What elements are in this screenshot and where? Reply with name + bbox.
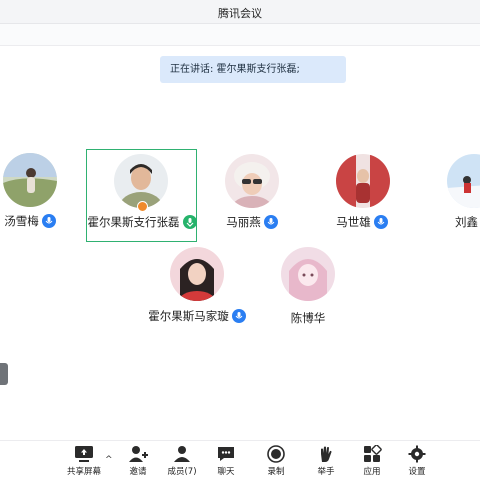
- participant-name: 霍尔果斯马家璇: [148, 309, 229, 323]
- avatar: [447, 154, 480, 208]
- participant-label: 陈博华: [238, 310, 378, 326]
- info-bar: [0, 24, 480, 46]
- record-icon: [267, 445, 285, 463]
- record-label: 录制: [267, 467, 285, 477]
- chat-label: 聊天: [217, 467, 235, 477]
- hand-icon: [321, 446, 332, 462]
- avatar-image-snow: [447, 154, 480, 208]
- avatar-image-portrait: [170, 247, 224, 301]
- avatar: [114, 154, 168, 208]
- share-screen-button[interactable]: 共享屏幕: [62, 445, 106, 477]
- share-screen-label: 共享屏幕: [66, 467, 101, 477]
- chat-button[interactable]: 聊天: [204, 445, 248, 477]
- avatar: [336, 154, 390, 208]
- apps-button[interactable]: 应用: [350, 445, 394, 477]
- participant-name: 霍尔果斯支行张磊: [87, 215, 180, 229]
- invite-button[interactable]: 邀请: [116, 445, 160, 477]
- members-label: 成员(7): [167, 467, 197, 477]
- avatar-image-photo: [336, 154, 390, 208]
- apps-label: 应用: [363, 467, 381, 477]
- mic-icon[interactable]: [41, 214, 56, 228]
- meeting-toolbar: 共享屏幕 ^ 邀请 成员(7) 聊天 录制 举手 应用 设置: [0, 440, 480, 480]
- speaking-banner: 正在讲话: 霍尔果斯支行张磊;: [160, 56, 346, 83]
- avatar-image-illustration: [281, 247, 335, 301]
- avatar: [281, 247, 335, 301]
- avatar-image-portrait: [114, 154, 168, 208]
- settings-label: 设置: [408, 467, 426, 477]
- participant-label: 刘鑫: [405, 214, 480, 230]
- window-title: 腾讯会议: [218, 7, 262, 20]
- mic-icon[interactable]: [373, 215, 388, 229]
- participant-name: 陈博华: [290, 311, 326, 325]
- side-panel-handle[interactable]: [0, 363, 8, 385]
- share-screen-icon: [75, 446, 93, 462]
- invite-label: 邀请: [129, 467, 147, 477]
- settings-button[interactable]: 设置: [395, 445, 439, 477]
- members-button[interactable]: 成员(7): [160, 445, 204, 477]
- mic-icon[interactable]: [263, 215, 278, 229]
- chevron-up-icon[interactable]: ^: [105, 455, 113, 465]
- raise-hand-button[interactable]: 举手: [304, 445, 348, 477]
- gear-icon: [408, 445, 426, 463]
- avatar: [170, 247, 224, 301]
- participant-name: 汤雪梅: [4, 214, 39, 228]
- apps-grid-icon: [364, 445, 382, 462]
- avatar: [225, 154, 279, 208]
- avatar: [3, 153, 57, 207]
- participant-name: 刘鑫: [455, 215, 478, 229]
- participant-name: 马世雄: [336, 215, 371, 229]
- members-icon: [174, 446, 190, 462]
- title-bar: 腾讯会议: [0, 0, 480, 24]
- add-person-icon: [129, 446, 148, 462]
- participant-name: 马丽燕: [226, 215, 261, 229]
- avatar-image-portrait: [225, 154, 279, 208]
- raise-hand-label: 举手: [317, 467, 335, 477]
- chat-icon: [218, 447, 234, 461]
- record-button[interactable]: 录制: [254, 445, 298, 477]
- avatar-image-landscape: [3, 153, 57, 207]
- host-badge-icon: [137, 201, 148, 212]
